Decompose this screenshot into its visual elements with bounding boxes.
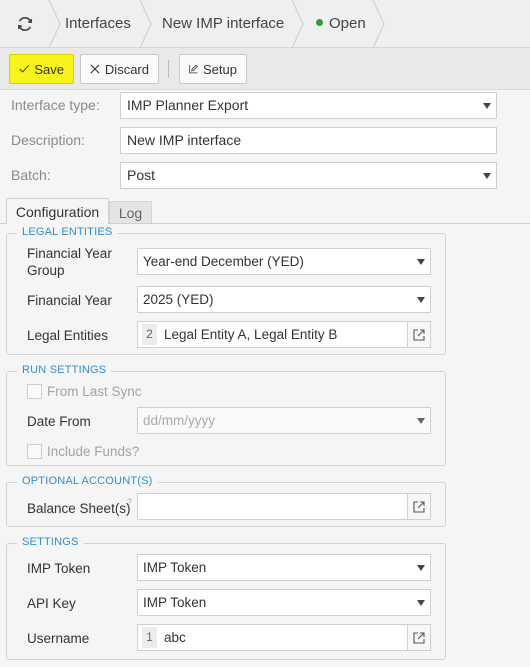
check-icon [19, 64, 29, 73]
setup-button[interactable]: Setup [179, 54, 247, 84]
legal-entities-title: LEGAL ENTITIES [17, 226, 118, 238]
date-from-placeholder: dd/mm/yyyy [143, 413, 216, 428]
refresh-icon[interactable] [12, 12, 38, 36]
username-picker[interactable]: 1 abc [137, 624, 431, 651]
include-funds-label: Include Funds? [47, 444, 140, 459]
interface-type-select[interactable]: IMP Planner Export [120, 92, 497, 119]
chevron-down-icon [417, 565, 425, 571]
edit-icon [189, 64, 198, 74]
chevron-down-icon [417, 600, 425, 606]
chevron-down-icon [417, 259, 425, 265]
chevron-down-icon [483, 103, 491, 109]
imp-token-value: IMP Token [143, 560, 207, 575]
status-badge: Open [316, 0, 366, 48]
discard-label: Discard [104, 61, 149, 77]
open-external-icon[interactable] [407, 625, 430, 650]
tab-log[interactable]: Log [109, 201, 152, 223]
breadcrumb-interfaces[interactable]: Interfaces [65, 0, 131, 48]
close-icon [90, 64, 100, 74]
api-key-label: API Key [27, 596, 76, 611]
financial-year-value: 2025 (YED) [143, 292, 214, 307]
breadcrumb-separator [48, 0, 61, 48]
balance-sheets-picker[interactable] [137, 493, 431, 520]
toolbar: Save Discard Setup [0, 48, 530, 90]
toolbar-divider [168, 60, 169, 78]
chevron-down-icon [483, 173, 491, 179]
batch-value: Post [127, 167, 156, 183]
imp-token-label: IMP Token [27, 561, 91, 576]
setup-label: Setup [203, 61, 237, 77]
chevron-down-icon [417, 297, 425, 303]
include-funds-checkbox[interactable] [27, 444, 42, 459]
legal-entities-picker[interactable]: 2 Legal Entity A, Legal Entity B [137, 321, 431, 348]
breadcrumb-current[interactable]: New IMP interface [162, 0, 284, 48]
chevron-down-icon [417, 418, 425, 424]
username-label: Username [27, 631, 90, 646]
description-value: New IMP interface [127, 132, 242, 148]
financial-year-group-value: Year-end December (YED) [143, 254, 304, 269]
status-label: Open [329, 15, 366, 32]
settings-title: SETTINGS [17, 536, 84, 548]
save-label: Save [34, 61, 64, 77]
batch-label: Batch: [11, 167, 51, 183]
financial-year-group-select[interactable]: Year-end December (YED) [137, 248, 431, 275]
description-label: Description: [11, 132, 85, 148]
batch-select[interactable]: Post [120, 162, 497, 189]
balance-sheets-label: Balance Sheet(s) [27, 501, 131, 516]
from-last-sync-label: From Last Sync [47, 384, 142, 399]
financial-year-group-label: Financial Year Group [27, 246, 112, 278]
username-count: 1 [142, 627, 157, 648]
status-dot-icon [316, 19, 323, 26]
date-from-label: Date From [27, 414, 91, 429]
breadcrumb-separator [139, 0, 152, 48]
breadcrumb-separator [291, 0, 304, 48]
legal-entities-value: Legal Entity A, Legal Entity B [164, 327, 338, 342]
save-button[interactable]: Save [9, 54, 74, 84]
legal-entities-count: 2 [142, 324, 157, 345]
optional-accounts-title: OPTIONAL ACCOUNT(S) [17, 475, 158, 487]
open-external-icon[interactable] [407, 322, 430, 347]
imp-token-select[interactable]: IMP Token [137, 554, 431, 581]
open-external-icon[interactable] [407, 494, 430, 519]
breadcrumb: Interfaces New IMP interface Open [0, 0, 530, 48]
api-key-select[interactable]: IMP Token [137, 589, 431, 616]
run-settings-title: RUN SETTINGS [17, 364, 112, 376]
date-from-input[interactable]: dd/mm/yyyy [137, 407, 431, 434]
interface-type-label: Interface type: [11, 97, 100, 113]
financial-year-label: Financial Year [27, 293, 112, 308]
from-last-sync-checkbox[interactable] [27, 384, 42, 399]
description-input[interactable]: New IMP interface [120, 127, 497, 154]
breadcrumb-separator [372, 0, 385, 48]
username-value: abc [164, 630, 186, 645]
legal-entities-label: Legal Entities [27, 328, 109, 343]
tab-configuration[interactable]: Configuration [6, 198, 109, 224]
discard-button[interactable]: Discard [80, 54, 159, 84]
help-icon[interactable]: ? [127, 497, 132, 507]
interface-type-value: IMP Planner Export [127, 97, 249, 113]
financial-year-select[interactable]: 2025 (YED) [137, 286, 431, 313]
api-key-value: IMP Token [143, 595, 207, 610]
